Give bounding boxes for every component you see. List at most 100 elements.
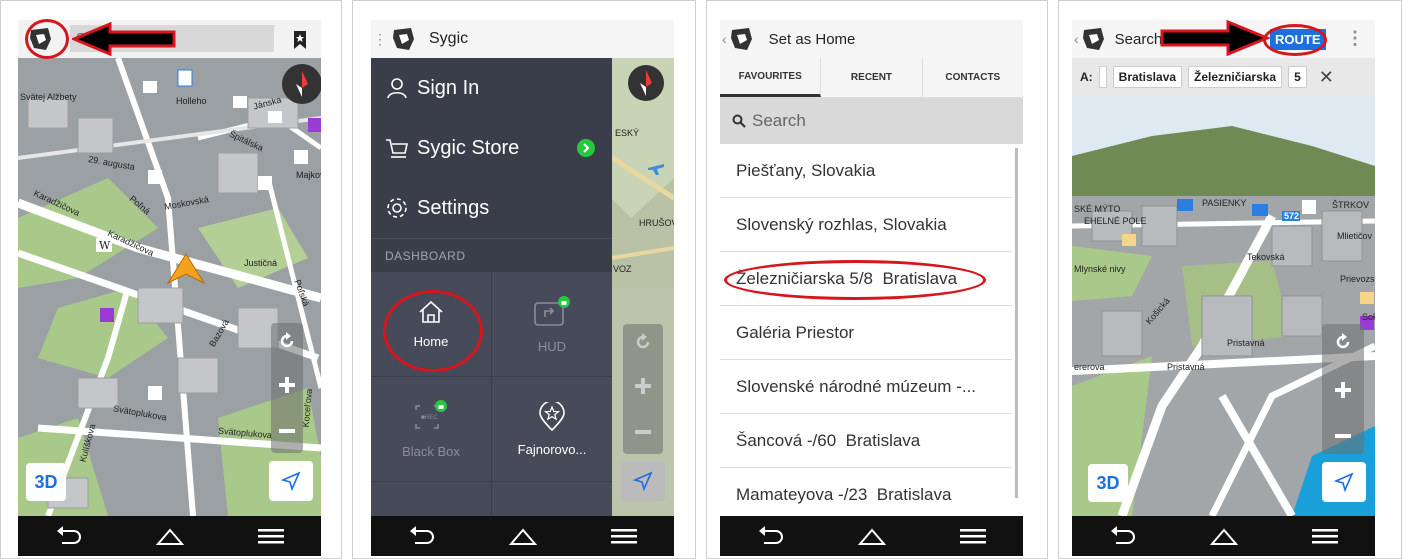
dashboard-tile-fajnorovo[interactable]: Fajnorovo... (492, 377, 612, 481)
android-nav-bar (18, 516, 321, 556)
highlight-home-circle (383, 290, 483, 372)
scrollbar[interactable] (1015, 148, 1018, 498)
cart-icon (386, 139, 408, 158)
dashboard-tile-partial[interactable] (371, 482, 491, 516)
zoom-controls (1322, 324, 1364, 454)
destination-chip[interactable]: 5 (1288, 66, 1307, 88)
map-label: EHELNÉ POLE (1084, 216, 1147, 226)
dashboard-tile-black-box[interactable]: REC Black Box (371, 377, 491, 481)
menu-item-sygic-store[interactable]: Sygic Store (371, 118, 612, 178)
menu-icon[interactable] (1310, 525, 1340, 547)
page-title: Search (1114, 30, 1163, 48)
zoom-out-icon[interactable] (277, 421, 297, 441)
my-location-button[interactable] (269, 461, 313, 501)
view-3d-button[interactable]: 3D (1088, 464, 1128, 502)
zoom-out-icon[interactable] (1333, 426, 1353, 446)
menu-icon[interactable] (256, 525, 286, 547)
dashboard-tile-hud[interactable]: HUD (492, 272, 612, 376)
zoom-in-icon[interactable] (1333, 380, 1353, 400)
list-item[interactable]: Šancová -/60 Bratislava (720, 414, 1012, 468)
menu-item-sign-in[interactable]: Sign In (371, 58, 612, 118)
favourites-list: Piešťany, Slovakia Slovenský rozhlas, Sl… (720, 144, 1012, 522)
home-icon[interactable] (857, 525, 887, 547)
road-shield: 572 (1284, 211, 1300, 221)
back-icon[interactable] (54, 525, 84, 547)
tab-contacts[interactable]: CONTACTS (923, 58, 1023, 97)
page-title: Set as Home (768, 30, 856, 48)
map-label: Sok (1362, 312, 1375, 322)
street-label: Justičná (244, 258, 278, 268)
rotate-icon[interactable] (1333, 332, 1353, 352)
zoom-in-icon[interactable] (633, 376, 653, 396)
back-icon[interactable] (756, 525, 786, 547)
my-location-button[interactable] (1322, 462, 1366, 502)
map-label: ESKÝ (615, 128, 640, 138)
map-label: PASIENKY (1202, 198, 1247, 208)
svg-text:W: W (99, 239, 111, 252)
view-3d-button[interactable]: 3D (26, 463, 66, 501)
menu-icon[interactable] (958, 525, 988, 547)
map-label: ŠTRKOV (1332, 200, 1370, 210)
map-view-3d[interactable]: SKÉ MÝTO PASIENKY ŠTRKOV EHELNÉ POLE Mly… (1072, 96, 1375, 516)
my-location-button[interactable] (621, 461, 665, 501)
zoom-in-icon[interactable] (277, 375, 297, 395)
dashboard-tile-partial[interactable] (492, 482, 612, 516)
menu-item-settings[interactable]: Settings (371, 178, 612, 238)
zoom-controls (623, 324, 663, 454)
bookmark-icon[interactable] (293, 30, 307, 50)
list-item[interactable]: Slovenský rozhlas, Slovakia (720, 198, 1012, 252)
drawer-handle-icon[interactable]: ⋮ (373, 31, 387, 48)
overflow-menu-icon[interactable]: ⋮ (1346, 28, 1364, 49)
list-item[interactable]: Mamateyova -/23 Bratislava (720, 468, 1012, 522)
sygic-logo-icon[interactable] (729, 26, 755, 52)
sygic-logo-icon[interactable] (391, 26, 417, 52)
page-header: ‹ Set as Home (720, 20, 1023, 58)
back-icon[interactable] (407, 525, 437, 547)
destination-chip[interactable]: Bratislava (1112, 66, 1183, 88)
tile-label: HUD (537, 338, 567, 354)
street-label: Majkova (296, 170, 321, 180)
search-icon (732, 114, 746, 128)
star-pin-icon (539, 401, 565, 431)
hud-icon (534, 295, 570, 326)
destination-chip[interactable]: Železničiarska (1188, 66, 1283, 88)
chevron-right-badge-icon (577, 139, 595, 157)
rotate-icon[interactable] (277, 331, 297, 351)
back-chevron-icon[interactable]: ‹ (1074, 31, 1079, 47)
map-label: ererova (1074, 362, 1105, 372)
tab-bar: FAVOURITES RECENT CONTACTS (720, 58, 1023, 98)
back-icon[interactable] (1108, 525, 1138, 547)
close-icon[interactable]: ✕ (1319, 67, 1334, 88)
list-item[interactable]: Slovenské národné múzeum -... (720, 360, 1012, 414)
tab-recent[interactable]: RECENT (821, 58, 923, 97)
chip-stub (1098, 66, 1107, 88)
tab-favourites[interactable]: FAVOURITES (720, 58, 822, 97)
phone-screen-2: ⋮ Sygic ESKÝ HRUŠOV VOZ Sign In Sygic St… (371, 20, 674, 556)
search-input[interactable]: Search (720, 98, 1023, 144)
zoom-out-icon[interactable] (633, 422, 653, 442)
annotation-arrow-left-icon (72, 22, 176, 56)
street-label: Holleho (176, 96, 207, 106)
map-label: Mlietičov (1337, 231, 1373, 241)
rotate-icon[interactable] (633, 332, 653, 352)
sygic-logo-icon[interactable] (1081, 26, 1107, 52)
map-label: HRUŠOV (639, 218, 674, 228)
back-chevron-icon[interactable]: ‹ (722, 31, 727, 47)
home-icon[interactable] (508, 525, 538, 547)
menu-item-label: Sygic Store (417, 136, 520, 159)
gear-icon (387, 198, 407, 218)
map-view-3d[interactable]: W Svätej Alžbety Holleho Jánska Špitálsk… (18, 58, 321, 516)
map-label: Prievozská (1340, 274, 1375, 284)
home-icon[interactable] (155, 525, 185, 547)
origin-prefix: A: (1080, 70, 1093, 84)
home-icon[interactable] (1209, 525, 1239, 547)
map-label: Mlynské nivy (1074, 264, 1126, 274)
map-label: VOZ (613, 264, 632, 274)
list-item[interactable]: Piešťany, Slovakia (720, 144, 1012, 198)
menu-icon[interactable] (609, 525, 639, 547)
map-label: Pristavná (1227, 338, 1265, 348)
tile-label: Fajnorovo... (517, 441, 587, 457)
android-nav-bar (371, 516, 674, 556)
rec-icon: REC (415, 399, 447, 429)
list-item[interactable]: Galéria Priestor (720, 306, 1012, 360)
